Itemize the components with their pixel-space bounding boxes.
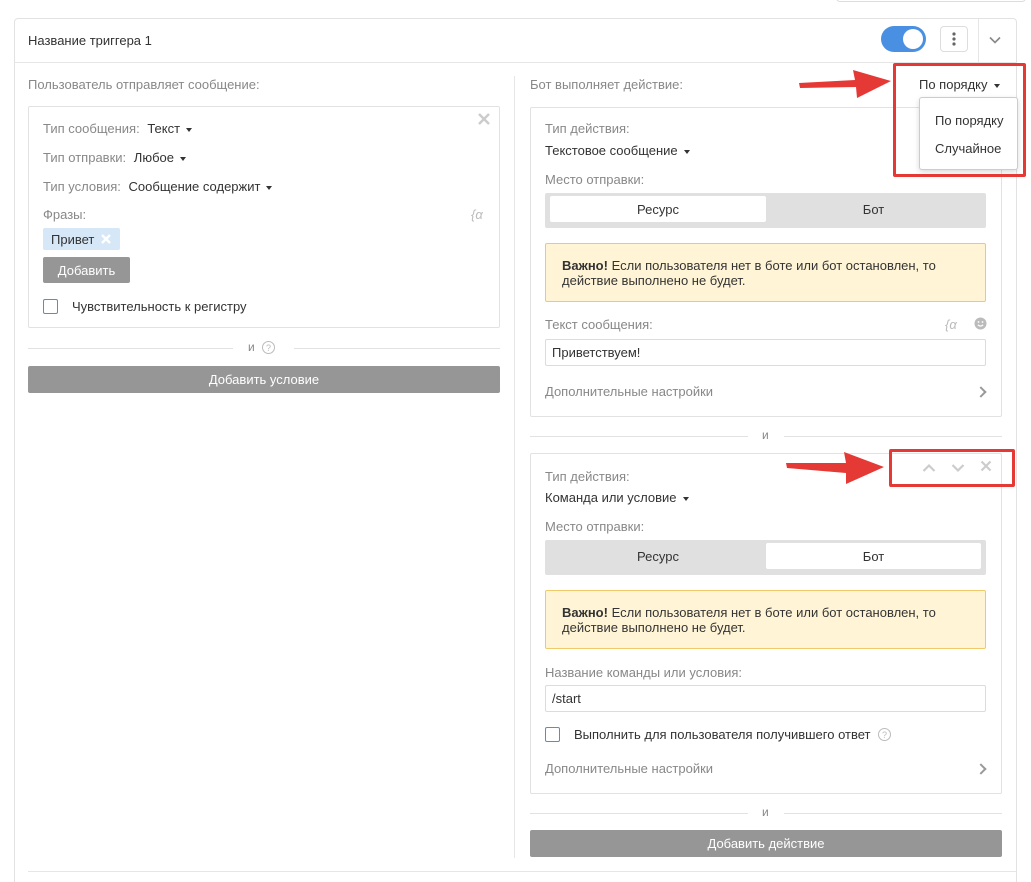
place-option-bot[interactable]: Бот	[766, 196, 981, 222]
condition-type-value: Сообщение содержит	[128, 179, 261, 194]
caret-down-icon	[179, 156, 186, 161]
message-type-value: Текст	[147, 121, 181, 136]
place-segmented-control: Ресурс Бот	[545, 540, 986, 575]
header-separator	[978, 19, 979, 63]
bot-performs-heading: Бот выполняет действие:	[530, 77, 683, 92]
remove-phrase-icon[interactable]	[100, 233, 112, 245]
send-type-value: Любое	[133, 150, 174, 165]
warning-box: Важно! Если пользователя нет в боте или …	[545, 590, 986, 649]
chevron-down-icon	[989, 36, 1001, 44]
message-type-row: Тип сообщения: Текст	[43, 121, 193, 136]
add-phrase-button[interactable]: Добавить	[43, 257, 130, 283]
command-name-label: Название команды или условия:	[545, 665, 743, 680]
caret-down-icon	[683, 149, 690, 154]
run-for-responder-checkbox[interactable]	[545, 727, 560, 742]
action-type-select[interactable]: Команда или условие	[545, 490, 689, 505]
and-label: и	[762, 428, 769, 442]
action-type-select[interactable]: Текстовое сообщение	[545, 143, 690, 158]
condition-type-label: Тип условия:	[43, 179, 121, 194]
command-name-input[interactable]: /start	[545, 685, 986, 712]
condition-type-select[interactable]: Сообщение содержит	[129, 179, 273, 194]
remove-condition-button[interactable]	[477, 112, 491, 129]
annotation-arrow-icon	[786, 452, 884, 484]
variables-button[interactable]: {α	[471, 207, 483, 222]
caret-down-icon	[266, 185, 273, 190]
variables-button[interactable]: {α	[945, 317, 957, 332]
message-type-label: Тип сообщения:	[43, 121, 140, 136]
phrases-label: Фразы:	[43, 207, 87, 222]
caret-down-icon	[186, 127, 193, 132]
action-type-label: Тип действия:	[545, 121, 630, 136]
case-sensitive-label: Чувствительность к регистру	[72, 299, 247, 314]
help-icon[interactable]: ?	[878, 728, 891, 741]
condition-box	[28, 106, 500, 328]
action-type-value: Текстовое сообщение	[545, 143, 678, 158]
condition-type-row: Тип условия: Сообщение содержит	[43, 179, 273, 194]
warning-text: Если пользователя нет в боте или бот ост…	[607, 258, 936, 273]
and-divider-left	[530, 436, 748, 437]
and-divider-left	[530, 813, 748, 814]
send-type-select[interactable]: Любое	[134, 150, 186, 165]
variable-icon: {α	[471, 207, 483, 222]
help-icon[interactable]: ?	[262, 341, 275, 354]
column-separator	[514, 76, 515, 858]
warning-box: Важно! Если пользователя нет в боте или …	[545, 243, 986, 302]
action-type-value: Команда или условие	[545, 490, 677, 505]
place-option-resource[interactable]: Ресурс	[550, 196, 766, 222]
send-type-row: Тип отправки: Любое	[43, 150, 186, 165]
phrase-chip: Привет	[43, 228, 121, 250]
kebab-icon	[952, 32, 956, 46]
close-icon	[478, 113, 490, 125]
warning-bold: Важно!	[562, 605, 608, 620]
and-divider-right	[294, 348, 500, 349]
annotation-highlight-box	[893, 63, 1026, 177]
and-label: и	[248, 340, 255, 354]
toggle-knob	[903, 29, 923, 49]
trigger-menu-button[interactable]	[940, 26, 968, 52]
extra-settings-link[interactable]: Дополнительные настройки	[545, 384, 713, 399]
user-sends-heading: Пользователь отправляет сообщение:	[28, 77, 260, 92]
and-divider-right	[784, 436, 1002, 437]
case-sensitive-checkbox[interactable]	[43, 299, 58, 314]
message-text-value: Приветствуем!	[552, 345, 641, 360]
action-type-label: Тип действия:	[545, 469, 630, 484]
phrase-chip-label: Привет	[51, 231, 95, 247]
message-text-label: Текст сообщения:	[545, 317, 653, 332]
warning-text: Если пользователя нет в боте или бот ост…	[607, 605, 936, 620]
warning-text-2: действие выполнено не будет.	[562, 273, 746, 288]
trigger-enabled-toggle[interactable]	[881, 26, 926, 52]
warning-text-2: действие выполнено не будет.	[562, 620, 746, 635]
trigger-title: Название триггера 1	[28, 33, 152, 48]
and-divider-right	[784, 813, 1002, 814]
and-divider-left	[28, 348, 233, 349]
extra-settings-link[interactable]: Дополнительные настройки	[545, 761, 713, 776]
add-action-button[interactable]: Добавить действие	[530, 830, 1002, 857]
top-panel-edge	[836, 0, 1026, 2]
smiley-icon	[974, 317, 987, 330]
warning-bold: Важно!	[562, 258, 608, 273]
run-for-responder-label: Выполнить для пользователя получившего о…	[574, 727, 871, 742]
caret-down-icon	[682, 496, 689, 501]
place-segmented-control: Ресурс Бот	[545, 193, 986, 228]
add-condition-button[interactable]: Добавить условие	[28, 366, 500, 393]
place-label: Место отправки:	[545, 172, 645, 187]
message-type-select[interactable]: Текст	[147, 121, 193, 136]
emoji-button[interactable]	[974, 317, 987, 333]
trigger-header	[14, 18, 1017, 63]
place-option-bot[interactable]: Бот	[766, 543, 981, 569]
message-text-input[interactable]: Приветствуем!	[545, 339, 986, 366]
variable-icon: {α	[945, 317, 957, 332]
annotation-highlight-box	[889, 449, 1015, 487]
card-bottom-separator	[28, 871, 1016, 872]
place-option-resource[interactable]: Ресурс	[550, 543, 766, 569]
annotation-arrow-icon	[799, 70, 891, 98]
collapse-button[interactable]	[984, 30, 1006, 50]
place-label: Место отправки:	[545, 519, 645, 534]
command-name-value: /start	[552, 691, 581, 706]
and-label: и	[762, 805, 769, 819]
send-type-label: Тип отправки:	[43, 150, 127, 165]
